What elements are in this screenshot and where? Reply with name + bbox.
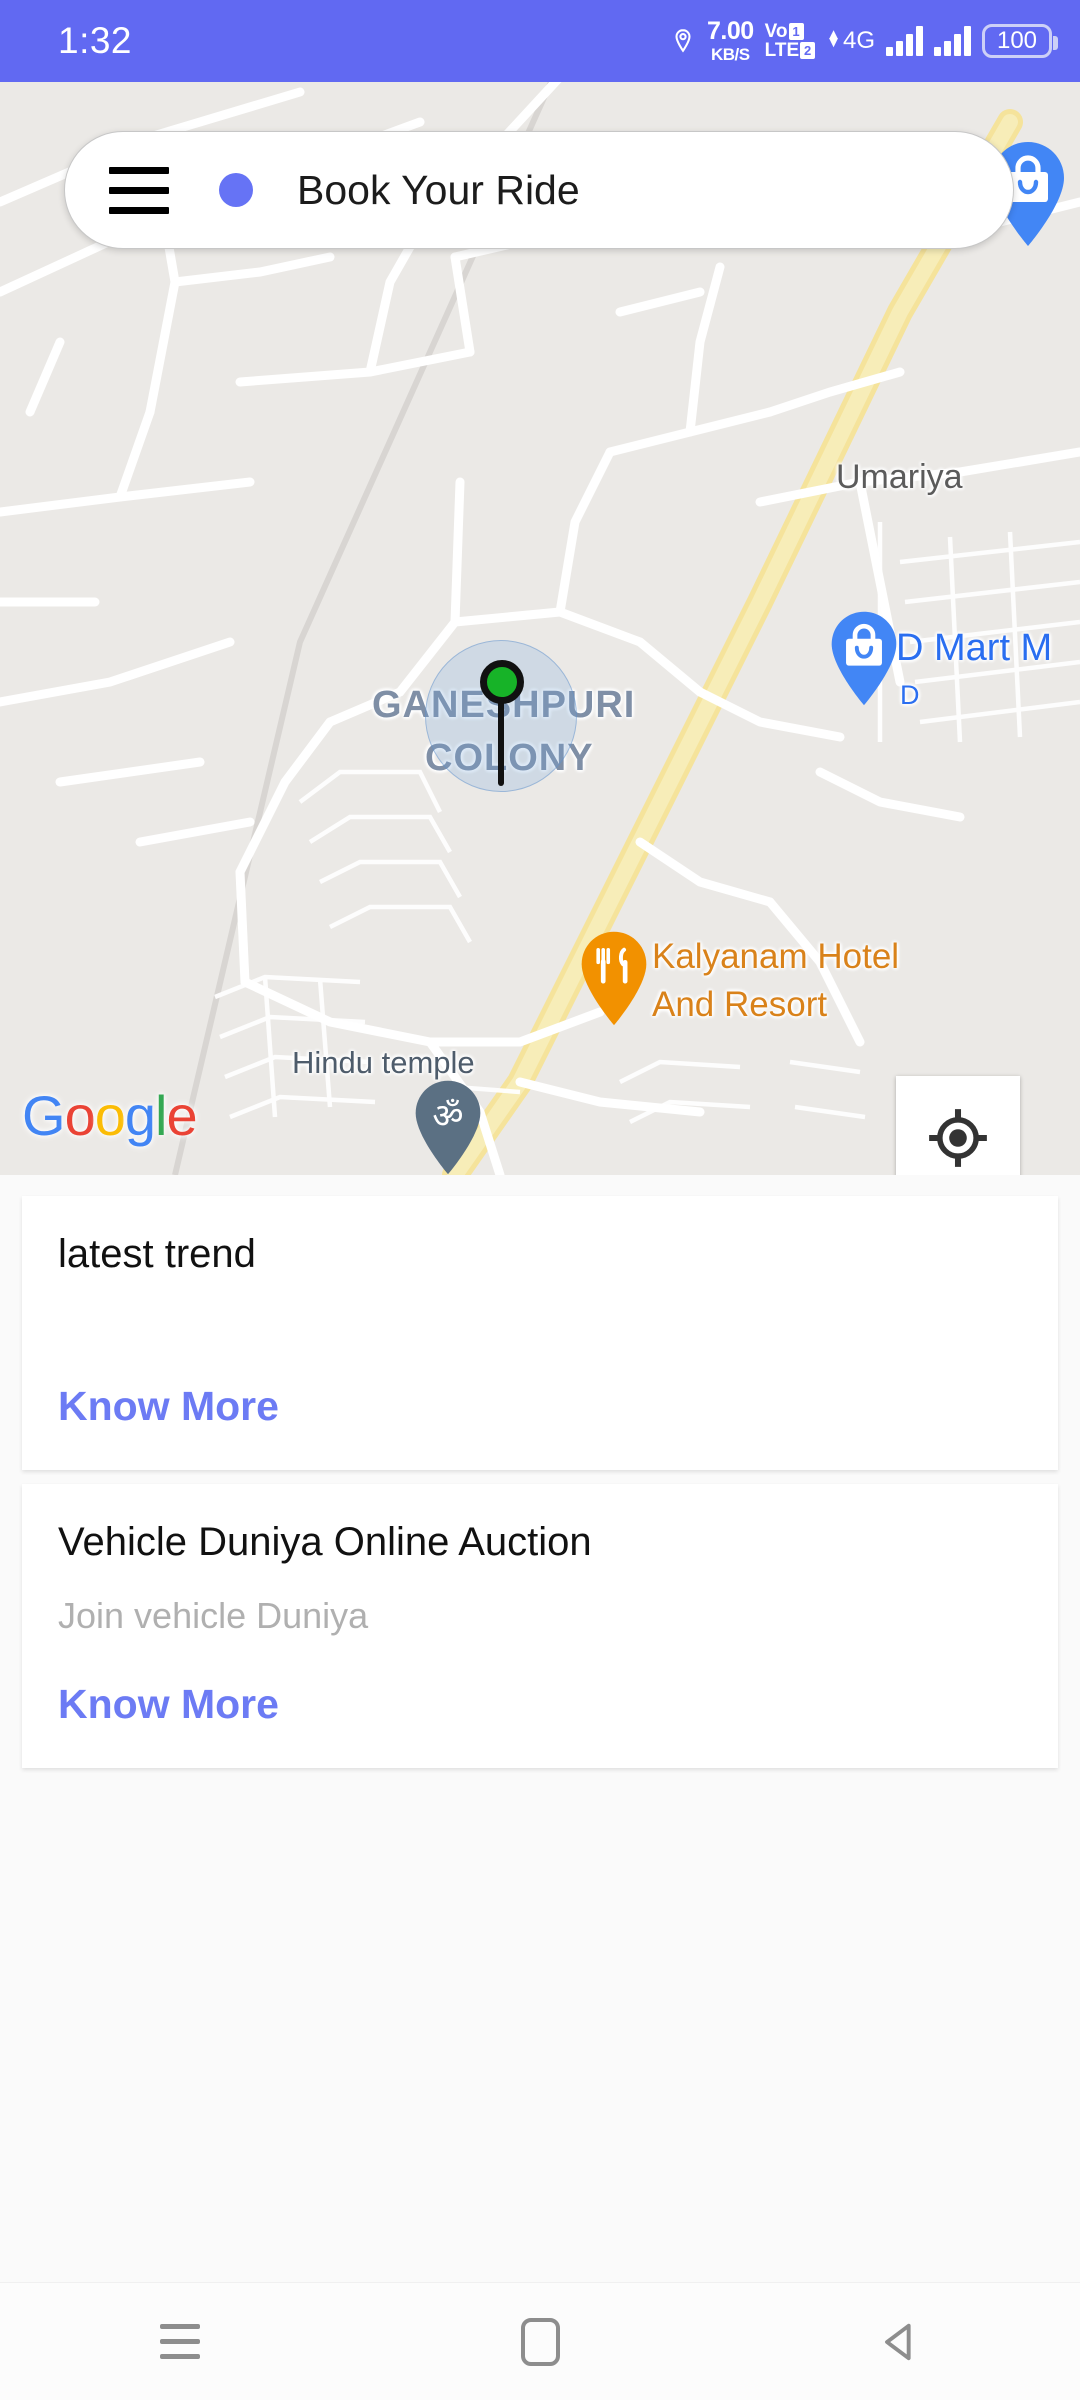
volte-label-bottom: LTE [764,40,800,61]
map-pin-temple-hindu[interactable]: ॐ [412,1079,484,1175]
google-logo-letter-o2: o [94,1084,126,1147]
my-location-crosshair-icon [929,1109,987,1167]
recents-icon [160,2324,200,2359]
map-pin-shopping-dmart[interactable] [828,610,900,707]
network-speed-unit: KB/S [710,45,750,64]
network-speed: 7.00 KB/S [706,17,754,64]
volte-sim1-badge: 1 [788,22,804,40]
network-speed-value: 7.00 [706,17,754,45]
android-navigation-bar [0,2282,1080,2400]
search-bar[interactable]: Book Your Ride [64,131,1014,249]
status-time: 1:32 [58,20,133,61]
search-bar-title[interactable]: Book Your Ride [297,167,580,214]
location-pin-icon [675,29,691,53]
signal-bars-sim2-icon [934,26,971,56]
google-logo: Google [22,1083,198,1148]
status-bar: 1:32 7.00 KB/S Vo 1 LTE 2 ▲ ▼ 4G 100 [0,0,1080,82]
nav-recents-button[interactable] [0,2324,360,2359]
hamburger-menu-icon[interactable] [109,166,169,214]
recents-line [160,2354,200,2359]
battery-level-label: 100 [996,27,1038,54]
network-type-label: 4G [842,27,875,54]
google-logo-letter-l: l [155,1084,167,1147]
app-screen: 1:32 7.00 KB/S Vo 1 LTE 2 ▲ ▼ 4G 100 Uma… [0,0,1080,2400]
fork-knife-icon [581,931,647,1026]
signal-bars-sim1-icon [886,26,923,56]
card-spacer [58,1277,1022,1339]
status-icons: 7.00 KB/S Vo 1 LTE 2 ▲ ▼ 4G 100 [670,17,1058,64]
google-logo-letter-e: e [166,1084,197,1147]
om-symbol-icon: ॐ [415,1080,481,1175]
home-icon [520,2317,560,2366]
nav-back-button[interactable] [720,2316,1080,2368]
volte-label-top: Vo [764,20,788,42]
nav-home-button[interactable] [360,2317,720,2366]
card-title: latest trend [58,1232,256,1276]
content-cards: latest trend Know More Vehicle Duniya On… [0,1175,1080,1768]
blue-dot-icon [219,173,253,207]
marker-head [480,660,524,704]
shopping-bag-icon [831,611,897,706]
card-latest-trend[interactable]: latest trend Know More [22,1196,1058,1470]
network-type-indicator: ▲ ▼ 4G [826,27,875,55]
card-title: Vehicle Duniya Online Auction [58,1520,592,1564]
google-logo-letter-g2: g [124,1084,156,1147]
data-transfer-arrows-icon: ▲ ▼ [826,26,841,52]
volte-sim2-badge: 2 [800,42,816,60]
card-subtitle: Join vehicle Duniya [58,1595,369,1636]
know-more-link[interactable]: Know More [58,1383,279,1430]
back-triangle-icon [885,2323,911,2360]
hamburger-line [109,186,169,194]
hamburger-line [109,166,169,174]
hamburger-line [109,206,169,214]
my-location-button[interactable] [896,1076,1020,1175]
svg-text:ॐ: ॐ [432,1097,463,1137]
google-logo-letter-g: G [22,1084,66,1147]
volte-indicator: Vo 1 LTE 2 [764,20,816,61]
google-logo-letter-o1: o [64,1084,96,1147]
recents-line [160,2324,200,2329]
recents-line [160,2339,200,2344]
know-more-link[interactable]: Know More [58,1681,279,1728]
map-pin-restaurant-kalyanam[interactable] [578,930,650,1027]
card-vehicle-duniya-auction[interactable]: Vehicle Duniya Online Auction Join vehic… [22,1484,1058,1768]
battery-indicator: 100 [982,24,1058,58]
